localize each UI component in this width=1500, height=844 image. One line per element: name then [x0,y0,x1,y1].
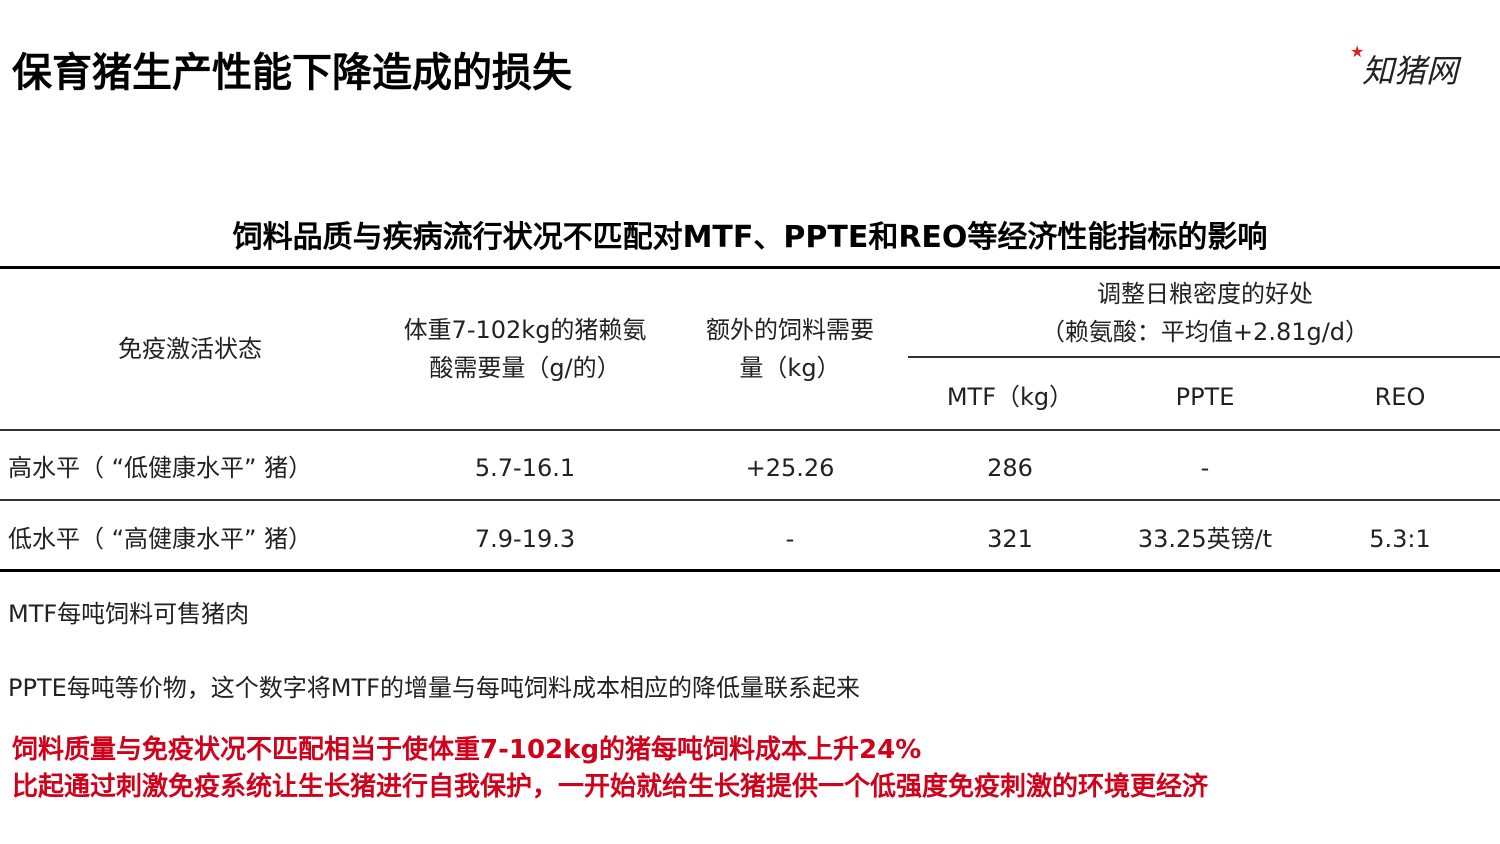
row1-state: 高水平（ “低健康水平” 猪） [8,454,313,482]
header-ppte: PPTE [1175,383,1235,411]
conclusion-line1: 饲料质量与免疫状况不匹配相当于使体重7-102kg的猪每吨饲料成本上升24% [12,735,922,765]
header-reo: REO [1374,383,1426,411]
header-lysine-line1: 体重7-102kg的猪赖氨 [403,316,647,344]
note-mtf: MTF每吨饲料可售猪肉 [8,600,250,628]
row2-lysine: 7.9-19.3 [474,525,576,553]
row2-reo: 5.3:1 [1369,525,1431,553]
row1-extra-feed: +25.26 [745,454,835,482]
header-group-rule [908,356,1500,358]
row2-ppte: 33.25英镑/t [1137,525,1273,553]
table-bottom-rule [0,569,1500,572]
header-benefit-line1: 调整日粮密度的好处 [1097,280,1313,308]
table-top-rule [0,266,1500,269]
header-benefit-line2: （赖氨酸：平均值+2.81g/d） [1040,318,1370,346]
note-ppte: PPTE每吨等价物，这个数字将MTF的增量与每吨饲料成本相应的降低量联系起来 [8,674,860,702]
row1-mtf: 286 [987,454,1033,482]
row1-lysine: 5.7-16.1 [474,454,576,482]
row-separator [0,499,1500,501]
header-extra-feed-line1: 额外的饲料需要 [706,316,874,344]
row2-state: 低水平（ “高健康水平” 猪） [8,525,313,553]
row2-extra-feed: - [785,525,795,553]
row2-mtf: 321 [987,525,1033,553]
header-extra-feed-line2: 量（kg） [739,354,841,382]
header-bottom-rule [0,429,1500,431]
header-mtf: MTF（kg） [946,383,1074,411]
conclusion-line2: 比起通过刺激免疫系统让生长猪进行自我保护，一开始就给生长猪提供一个低强度免疫刺激… [12,772,1209,802]
header-lysine-line2: 酸需要量（g/的） [429,354,621,382]
header-immune-state: 免疫激活状态 [118,335,262,363]
table-caption: 饲料品质与疾病流行状况不匹配对MTF、PPTE和REO等经济性能指标的影响 [232,220,1268,255]
page-title: 保育猪生产性能下降造成的损失 [12,50,572,96]
logo: ★ 知猪网 [1350,42,1480,92]
logo-text: 知猪网 [1362,52,1459,90]
row1-ppte: - [1200,454,1210,482]
